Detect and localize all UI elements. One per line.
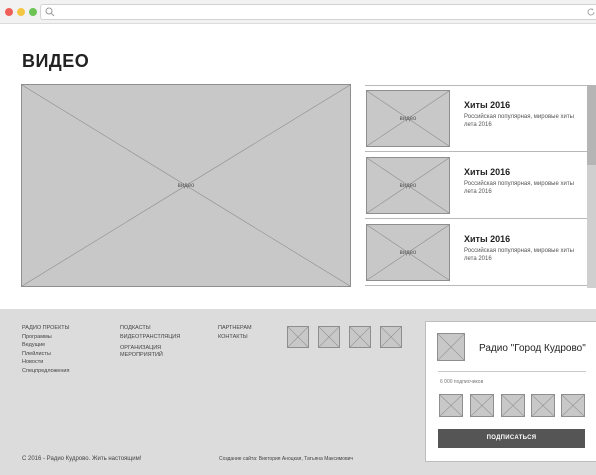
video-thumbnail[interactable]: видео [366,157,450,214]
footer-link[interactable]: Спецпредложения [22,367,70,376]
reload-icon[interactable] [586,7,596,17]
placeholder-cross-icon [471,395,493,416]
social-icon[interactable] [287,326,309,348]
community-widget: Радио "Город Кудрово" 6 000 подписчиков … [425,321,596,462]
footer-link[interactable]: КОНТАКТЫ [218,333,252,342]
footer-link[interactable]: Программы [22,333,70,342]
video-list: видео Хиты 2016 Российская популярная, м… [365,85,596,288]
video-description: Российская популярная, мировые хиты лета… [464,181,574,195]
address-bar[interactable] [40,4,596,20]
video-list-item[interactable]: видео Хиты 2016 Российская популярная, м… [365,219,587,285]
footer-column-projects: РАДИО ПРОЕКТЫ Программы Ведущие Плейлист… [22,324,70,375]
footer-link[interactable]: Новости [22,358,70,367]
main-video-label: видео [177,182,195,189]
main-video-player[interactable]: видео [21,84,351,287]
divider [365,285,587,286]
video-list-item[interactable]: видео Хиты 2016 Российская популярная, м… [365,85,587,151]
thumbnail-label: видео [399,115,417,122]
placeholder-cross-icon [502,395,524,416]
video-title[interactable]: Хиты 2016 [464,234,510,244]
community-title[interactable]: Радио "Город Кудрово" [479,343,586,354]
subscribe-button[interactable]: ПОДПИСАТЬСЯ [438,429,585,448]
scrollbar-thumb[interactable] [587,85,596,165]
subscriber-avatar[interactable] [470,394,494,417]
footer-column-partners: ПАРТНЕРАМ КОНТАКТЫ [218,324,252,341]
video-description: Российская популярная, мировые хиты лета… [464,114,574,128]
copyright-text: С 2016 - Радио Кудрово. Жить настоящим! [22,456,142,462]
footer-link[interactable]: РАДИО ПРОЕКТЫ [22,324,70,333]
footer-column-podcasts: ПОДКАСТЫ ВИДЕОТРАНСТЛЯЦИЯ ОРГАНИЗАЦИЯ МЕ… [120,324,180,358]
video-list-item[interactable]: видео Хиты 2016 Российская популярная, м… [365,152,587,218]
browser-toolbar [0,0,596,24]
social-icon[interactable] [349,326,371,348]
search-icon [45,7,55,17]
footer-link[interactable]: Плейлисты [22,350,70,359]
subscriber-avatar[interactable] [439,394,463,417]
video-title[interactable]: Хиты 2016 [464,100,510,110]
divider [438,371,586,372]
footer-link[interactable]: ВИДЕОТРАНСТЛЯЦИЯ [120,333,180,342]
placeholder-cross-icon [319,327,339,347]
video-thumbnail[interactable]: видео [366,224,450,281]
video-title[interactable]: Хиты 2016 [464,167,510,177]
footer-link[interactable]: ПАРТНЕРАМ [218,324,252,333]
subscriber-avatar[interactable] [501,394,525,417]
placeholder-cross-icon [440,395,462,416]
social-icon[interactable] [380,326,402,348]
footer-link[interactable]: МЕРОПРИЯТИЙ [120,352,180,359]
placeholder-cross-icon [288,327,308,347]
placeholder-cross-icon [438,334,464,360]
community-avatar[interactable] [437,333,465,361]
video-thumbnail[interactable]: видео [366,90,450,147]
subscriber-count: 6 000 подписчиков [440,379,484,385]
page-title: ВИДЕО [22,51,90,71]
minimize-window-button[interactable] [17,8,25,16]
thumbnail-label: видео [399,249,417,256]
maximize-window-button[interactable] [29,8,37,16]
video-description: Российская популярная, мировые хиты лета… [464,248,574,262]
site-credit-text: Создание сайта: Виктория Аноцкая, Татьян… [219,456,354,462]
video-list-scrollbar[interactable] [587,85,596,288]
thumbnail-label: видео [399,182,417,189]
social-icon[interactable] [318,326,340,348]
placeholder-cross-icon [562,395,584,416]
close-window-button[interactable] [5,8,13,16]
footer-link[interactable]: ПОДКАСТЫ [120,324,180,333]
subscriber-avatar[interactable] [561,394,585,417]
placeholder-cross-icon [532,395,554,416]
placeholder-cross-icon [381,327,401,347]
subscriber-avatar[interactable] [531,394,555,417]
footer-link[interactable]: Ведущие [22,341,70,350]
placeholder-cross-icon [350,327,370,347]
